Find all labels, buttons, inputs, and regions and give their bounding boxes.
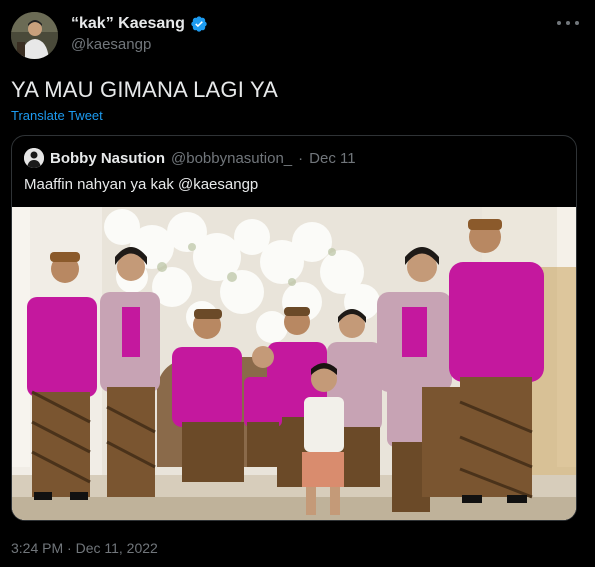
ellipsis-icon[interactable] [557,16,579,30]
verified-badge-icon [191,16,207,32]
author-name-row: “kak” Kaesang [71,15,208,33]
tweet-timestamp[interactable]: 3:24 PM · Dec 11, 2022 [11,540,158,556]
author-display-name[interactable]: “kak” Kaesang [71,15,185,33]
dot [557,21,561,25]
dot [575,21,579,25]
family-photo[interactable] [12,207,577,521]
quoted-display-name[interactable]: Bobby Nasution [50,150,165,167]
tweet-card: “kak” Kaesang @kaesangp YA MAU GIMANA LA… [0,0,595,567]
quoted-text: Maaffin nahyan ya kak @kaesangp [24,176,259,193]
dot [566,21,570,25]
quoted-tweet[interactable]: Bobby Nasution @bobbynasution_ · Dec 11 … [11,135,577,521]
quoted-author-avatar[interactable] [24,148,44,168]
quoted-date[interactable]: Dec 11 [309,150,355,167]
author-avatar[interactable] [11,12,58,59]
quoted-header: Bobby Nasution @bobbynasution_ · Dec 11 [24,148,356,168]
author-handle[interactable]: @kaesangp [71,36,151,53]
quoted-separator: · [298,149,304,167]
translate-tweet-link[interactable]: Translate Tweet [11,108,103,123]
tweet-text: YA MAU GIMANA LAGI YA [11,77,279,102]
quoted-handle[interactable]: @bobbynasution_ [171,150,292,167]
